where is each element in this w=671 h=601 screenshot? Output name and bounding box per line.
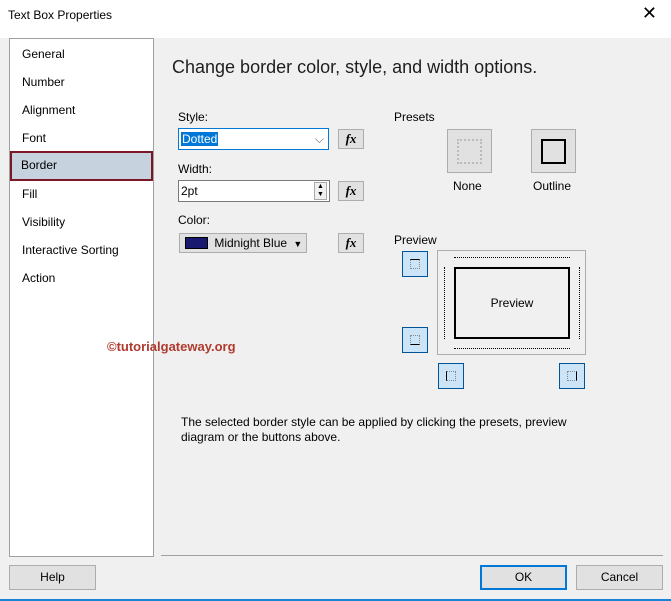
no-border-icon: [457, 139, 482, 164]
width-expression-button[interactable]: fx: [338, 181, 364, 201]
preset-outline-button[interactable]: [531, 129, 576, 173]
preview-text: Preview: [490, 296, 534, 310]
title-bar: Text Box Properties ✕: [0, 0, 671, 38]
width-value: 2pt: [181, 184, 198, 198]
sidebar-item-interactive-sorting[interactable]: Interactive Sorting: [11, 236, 153, 264]
sidebar-item-border[interactable]: Border: [10, 151, 153, 181]
sidebar-item-font[interactable]: Font: [11, 124, 153, 152]
color-label: Color:: [178, 213, 211, 227]
page-title: Change border color, style, and width op…: [172, 57, 538, 77]
cancel-button[interactable]: Cancel: [576, 565, 663, 590]
sidebar-item-visibility[interactable]: Visibility: [11, 208, 153, 236]
width-label: Width:: [178, 162, 213, 176]
help-text: The selected border style can be applied…: [181, 415, 567, 444]
style-select[interactable]: Dotted ⌵: [178, 128, 329, 150]
presets-label: Presets: [394, 110, 435, 124]
window-title: Text Box Properties: [8, 8, 113, 22]
preview-diagram[interactable]: Preview: [437, 250, 586, 355]
sidebar-item-fill[interactable]: Fill: [11, 180, 153, 208]
caret-down-icon: ▼: [293, 239, 303, 249]
right-border-button[interactable]: [559, 363, 585, 389]
left-border-button[interactable]: [438, 363, 464, 389]
outline-border-icon: [541, 139, 566, 164]
watermark: ©tutorialgateway.org: [107, 339, 236, 354]
style-label: Style:: [178, 110, 209, 124]
preset-outline-label: Outline: [533, 179, 572, 193]
preset-none-label: None: [453, 179, 482, 193]
sidebar-item-action[interactable]: Action: [11, 264, 153, 292]
style-value: Dotted: [181, 132, 219, 146]
preview-box: Preview: [454, 267, 570, 339]
sidebar-item-alignment[interactable]: Alignment: [11, 96, 153, 124]
close-icon[interactable]: ✕: [642, 3, 657, 24]
ok-button[interactable]: OK: [480, 565, 567, 590]
sidebar: General Number Alignment Font Border Fil…: [9, 38, 154, 557]
preset-none-button[interactable]: [447, 129, 492, 173]
color-value: Midnight Blue: [214, 236, 288, 250]
preview-label: Preview: [394, 233, 437, 247]
help-button[interactable]: Help: [9, 565, 96, 590]
chevron-down-icon: ⌵: [314, 132, 324, 146]
color-dropdown[interactable]: Midnight Blue ▼: [179, 233, 307, 253]
color-swatch: [185, 237, 208, 249]
style-expression-button[interactable]: fx: [338, 129, 364, 149]
sidebar-item-general[interactable]: General: [11, 40, 153, 68]
separator: [161, 555, 663, 556]
spin-arrows-icon[interactable]: ▲ ▼: [314, 182, 327, 200]
top-border-button[interactable]: [402, 251, 428, 277]
bottom-border-button[interactable]: [402, 327, 428, 353]
sidebar-item-number[interactable]: Number: [11, 68, 153, 96]
color-expression-button[interactable]: fx: [338, 233, 364, 253]
width-stepper[interactable]: 2pt ▲ ▼: [178, 180, 330, 202]
